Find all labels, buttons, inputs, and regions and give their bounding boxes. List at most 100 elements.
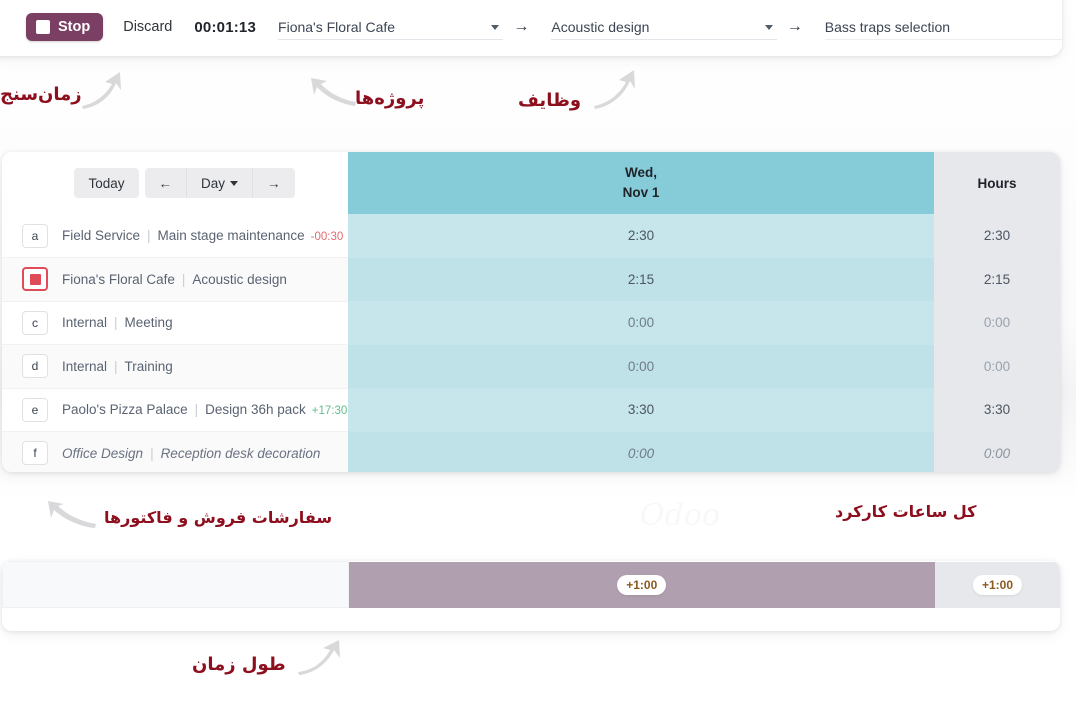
row-task-name: Training xyxy=(124,358,173,374)
row-hours-total: 3:30 xyxy=(934,388,1060,432)
annotation-sales-orders: سفارشات فروش و فاکتورها xyxy=(104,508,333,527)
row-hours-total: 2:15 xyxy=(934,257,1060,301)
row-label-cell: Fiona's Floral Cafe | Acoustic design xyxy=(2,257,348,302)
task-select-value: Acoustic design xyxy=(551,18,650,35)
table-row[interactable]: a Field Service | Main stage maintenance -00… xyxy=(2,214,1060,258)
annotation-arrow-sales-orders xyxy=(48,501,96,528)
subtask-input[interactable]: Bass traps selection xyxy=(824,14,1063,40)
row-project-name: Field Service xyxy=(62,228,141,243)
row-day-value[interactable]: 2:30 xyxy=(348,214,934,258)
period-scale-dropdown[interactable]: Day xyxy=(187,168,254,198)
row-task-name: Acoustic design xyxy=(192,271,287,287)
column-header-day-line1: Wed, xyxy=(624,165,657,181)
table-row[interactable]: e Paolo's Pizza Palace | Design 36h pack +17… xyxy=(2,388,1060,432)
stop-square-icon xyxy=(36,20,50,34)
timesheet-table: Today ← Day → Wed, Nov 1 Hours a Field S… xyxy=(2,152,1060,472)
row-label: Internal | Training xyxy=(62,359,173,374)
row-task-name: Design 36h pack xyxy=(205,402,306,418)
timesheet-nav-cell: Today ← Day → xyxy=(2,152,348,214)
row-project-name: Fiona's Floral Cafe xyxy=(62,271,175,287)
today-button[interactable]: Today xyxy=(74,168,139,198)
row-hours-total: 0:00 xyxy=(934,431,1060,472)
chevron-down-icon xyxy=(230,180,239,186)
timesheet-card: Today ← Day → Wed, Nov 1 Hours a Field S… xyxy=(2,152,1060,472)
summary-table: +1:00 +1:00 xyxy=(2,561,1060,608)
row-task-name: Main stage maintenance xyxy=(157,228,305,243)
summary-hours-badge: +1:00 xyxy=(972,574,1023,595)
row-separator: | xyxy=(181,271,186,287)
row-start-timer-button[interactable]: c xyxy=(22,310,48,335)
stop-square-icon xyxy=(29,273,41,285)
previous-period-button[interactable]: ← xyxy=(144,168,187,198)
row-project-name: Paolo's Pizza Palace xyxy=(62,402,188,418)
discard-button[interactable]: Discard xyxy=(117,18,178,36)
row-hours-total: 0:00 xyxy=(934,344,1060,388)
summary-hours-cell: +1:00 xyxy=(934,561,1060,608)
row-separator: | xyxy=(114,358,118,374)
row-label: Internal | Meeting xyxy=(62,315,173,330)
row-day-value[interactable]: 0:00 xyxy=(348,301,934,345)
annotation-timer: زمان‌سنج xyxy=(0,84,82,105)
row-label: Field Service | Main stage maintenance -00:… xyxy=(62,228,343,243)
stop-button[interactable]: Stop xyxy=(26,13,104,41)
row-task-name: Reception desk decoration xyxy=(160,445,321,461)
summary-row: +1:00 +1:00 xyxy=(2,561,1060,608)
annotation-arrow-timer xyxy=(82,72,121,109)
row-day-value[interactable]: 3:30 xyxy=(348,388,934,432)
row-label-cell: c Internal | Meeting xyxy=(2,301,348,345)
row-hours-total: 0:00 xyxy=(934,301,1060,345)
annotation-duration: طول زمان xyxy=(192,654,286,675)
arrow-right-icon-2[interactable]: → xyxy=(787,19,803,35)
row-label-cell: d Internal | Training xyxy=(2,344,348,389)
stop-button-label: Stop xyxy=(58,19,91,35)
row-start-timer-button[interactable]: e xyxy=(22,397,48,422)
arrow-right-icon-1[interactable]: → xyxy=(513,19,529,35)
column-header-day-line2: Nov 1 xyxy=(622,185,660,200)
row-project-name: Internal xyxy=(62,315,108,331)
screenshot-root: Stop Discard 00:01:13 Fiona's Floral Caf… xyxy=(0,0,1076,715)
timer-toolbar: Stop Discard 00:01:13 Fiona's Floral Caf… xyxy=(0,0,1063,56)
row-label-cell: a Field Service | Main stage maintenance -00… xyxy=(2,214,348,258)
subtask-input-value: Bass traps selection xyxy=(824,18,951,35)
date-nav-group: Today ← Day → xyxy=(74,168,295,198)
table-row[interactable]: d Internal | Training 0:00 0:00 xyxy=(2,344,1060,389)
row-label-cell: e Paolo's Pizza Palace | Design 36h pack +17… xyxy=(2,388,348,432)
row-task-name: Meeting xyxy=(124,315,173,331)
row-day-value[interactable]: 0:00 xyxy=(348,344,934,388)
summary-day-cell[interactable]: +1:00 xyxy=(348,561,935,608)
row-start-timer-button[interactable]: d xyxy=(22,354,48,379)
timesheet-header-row: Today ← Day → Wed, Nov 1 Hours xyxy=(2,152,1060,214)
column-header-day[interactable]: Wed, Nov 1 xyxy=(348,152,934,214)
task-select[interactable]: Acoustic design xyxy=(551,14,777,40)
project-select[interactable]: Fiona's Floral Cafe xyxy=(278,14,504,40)
timesheet-head: Today ← Day → Wed, Nov 1 Hours xyxy=(2,152,1060,214)
timer-toolbar-inner: Stop Discard 00:01:13 Fiona's Floral Caf… xyxy=(0,10,1063,44)
row-hours-total: 2:30 xyxy=(934,214,1060,258)
timesheet-body: a Field Service | Main stage maintenance -00… xyxy=(2,214,1060,472)
period-scale-label: Day xyxy=(201,175,226,191)
annotation-arrow-tasks xyxy=(594,70,635,109)
row-stop-timer-button[interactable] xyxy=(22,267,48,292)
row-project-name: Internal xyxy=(62,358,108,374)
chevron-down-icon xyxy=(764,25,773,30)
row-delta-badge: +17:30 xyxy=(311,405,348,418)
row-label: Office Design | Reception desk decoration xyxy=(62,446,320,461)
row-label: Fiona's Floral Cafe | Acoustic design xyxy=(62,272,287,287)
table-row[interactable]: Fiona's Floral Cafe | Acoustic design 2:15 2… xyxy=(2,257,1060,302)
row-delta-badge: -00:30 xyxy=(310,231,344,243)
row-day-value[interactable]: 0:00 xyxy=(348,431,934,472)
summary-day-badge: +1:00 xyxy=(617,574,667,595)
row-separator: | xyxy=(147,228,151,243)
annotation-projects: پروژه‌ها xyxy=(355,88,425,109)
row-label: Paolo's Pizza Palace | Design 36h pack +17:… xyxy=(62,402,347,417)
annotation-total-hours: کل ساعات کارکرد xyxy=(835,502,977,521)
row-day-value[interactable]: 2:15 xyxy=(348,257,934,301)
table-row[interactable]: c Internal | Meeting 0:00 0:00 xyxy=(2,301,1060,345)
table-row[interactable]: f Office Design | Reception desk decoration… xyxy=(2,431,1060,472)
annotation-arrow-duration xyxy=(298,640,340,675)
row-start-timer-button[interactable]: a xyxy=(22,223,48,248)
row-start-timer-button[interactable]: f xyxy=(22,441,48,466)
summary-card: +1:00 +1:00 xyxy=(2,561,1060,631)
next-period-button[interactable]: → xyxy=(253,168,295,198)
summary-body: +1:00 +1:00 xyxy=(2,561,1060,608)
